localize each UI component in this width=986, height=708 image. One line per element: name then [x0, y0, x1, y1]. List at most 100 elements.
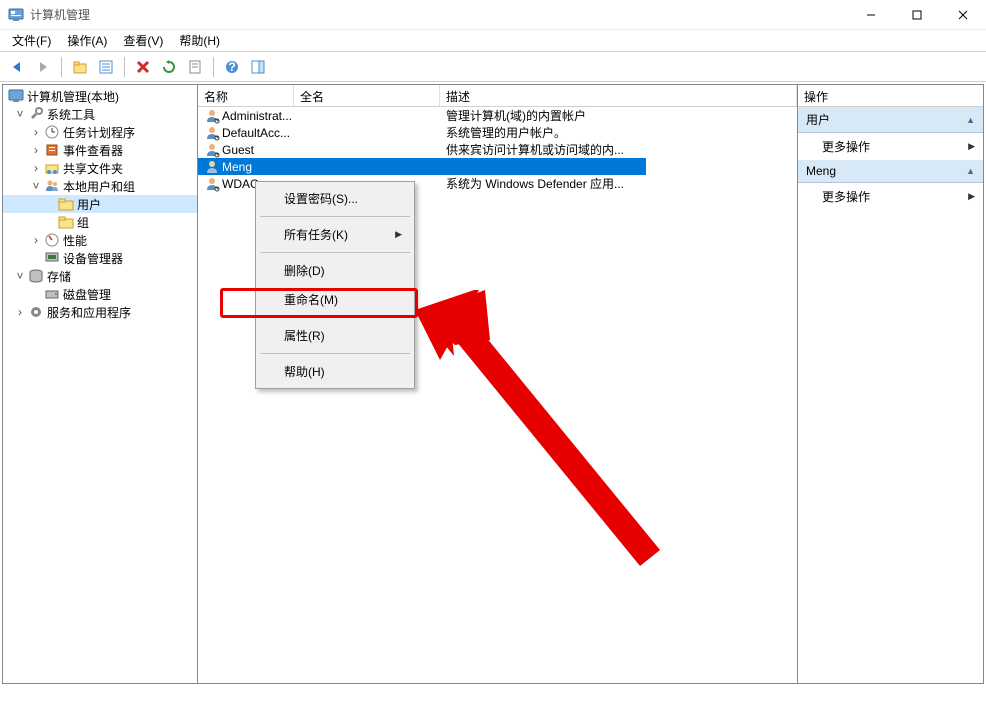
disk-icon — [44, 286, 60, 302]
tree-label: 存储 — [47, 268, 71, 285]
expand-icon[interactable]: › — [29, 233, 43, 247]
tree-services-apps[interactable]: › 服务和应用程序 — [3, 303, 197, 321]
tree-label: 性能 — [63, 232, 87, 249]
export-button[interactable] — [184, 56, 206, 78]
menu-view[interactable]: 查看(V) — [115, 30, 171, 51]
properties-button[interactable] — [95, 56, 117, 78]
tree-performance[interactable]: › 性能 — [3, 231, 197, 249]
chevron-right-icon: ▶ — [968, 141, 975, 152]
main-area: 计算机管理(本地) ˅ 系统工具 › 任务计划程序 › 事件查看器 › 共享文件… — [2, 84, 984, 684]
tree-pane: 计算机管理(本地) ˅ 系统工具 › 任务计划程序 › 事件查看器 › 共享文件… — [3, 85, 198, 683]
column-name[interactable]: 名称 — [198, 85, 294, 106]
tree-label: 共享文件夹 — [63, 160, 123, 177]
actions-group-selection[interactable]: Meng ▲ — [798, 160, 983, 183]
services-icon — [28, 304, 44, 320]
menu-help[interactable]: 帮助(H) — [171, 30, 228, 51]
tree-label: 任务计划程序 — [63, 124, 135, 141]
shared-icon — [44, 160, 60, 176]
actions-item-label: 更多操作 — [822, 188, 870, 205]
close-button[interactable] — [940, 0, 986, 30]
storage-icon — [28, 268, 44, 284]
actions-more[interactable]: 更多操作 ▶ — [798, 133, 983, 160]
user-icon — [204, 176, 220, 192]
user-desc: 系统管理的用户帐户。 — [440, 124, 797, 141]
expand-icon[interactable]: › — [29, 125, 43, 139]
folder-icon — [58, 196, 74, 212]
window-title: 计算机管理 — [30, 6, 848, 23]
list-row[interactable]: Guest 供来宾访问计算机或访问域的内... — [198, 141, 797, 158]
list-row[interactable]: DefaultAcc... 系统管理的用户帐户。 — [198, 124, 797, 141]
tree-root[interactable]: 计算机管理(本地) — [3, 87, 197, 105]
tree-system-tools[interactable]: ˅ 系统工具 — [3, 105, 197, 123]
performance-icon — [44, 232, 60, 248]
list-row[interactable]: Administrat... 管理计算机(域)的内置帐户 — [198, 107, 797, 124]
svg-text:?: ? — [228, 60, 235, 74]
minimize-button[interactable] — [848, 0, 894, 30]
refresh-button[interactable] — [158, 56, 180, 78]
user-name: Guest — [222, 143, 254, 157]
collapse-icon: ▲ — [966, 166, 975, 176]
window-controls — [848, 0, 986, 30]
column-desc[interactable]: 描述 — [440, 85, 797, 106]
actions-group-users[interactable]: 用户 ▲ — [798, 107, 983, 133]
user-icon — [204, 159, 220, 175]
user-name: DefaultAcc... — [222, 126, 290, 140]
tree-device-manager[interactable]: 设备管理器 — [3, 249, 197, 267]
list-row[interactable]: Meng — [198, 158, 646, 175]
tree-task-scheduler[interactable]: › 任务计划程序 — [3, 123, 197, 141]
actions-header: 操作 — [798, 85, 983, 107]
tree-label: 本地用户和组 — [63, 178, 135, 195]
ctx-separator — [260, 353, 410, 354]
up-button[interactable] — [69, 56, 91, 78]
ctx-set-password[interactable]: 设置密码(S)... — [256, 184, 414, 213]
tree-label: 服务和应用程序 — [47, 304, 131, 321]
menubar: 文件(F) 操作(A) 查看(V) 帮助(H) — [0, 30, 986, 52]
list-header: 名称 全名 描述 — [198, 85, 797, 107]
device-icon — [44, 250, 60, 266]
tree-disk-management[interactable]: 磁盘管理 — [3, 285, 197, 303]
ctx-help[interactable]: 帮助(H) — [256, 357, 414, 386]
help-button[interactable]: ? — [221, 56, 243, 78]
user-name: Administrat... — [222, 109, 292, 123]
ctx-properties[interactable]: 属性(R) — [256, 321, 414, 350]
tools-icon — [28, 106, 44, 122]
collapse-icon[interactable]: ˅ — [13, 107, 27, 121]
actions-item-label: 更多操作 — [822, 138, 870, 155]
tree-label: 组 — [77, 214, 89, 231]
user-icon — [204, 125, 220, 141]
collapse-icon[interactable]: ˅ — [29, 179, 43, 193]
menu-action[interactable]: 操作(A) — [59, 30, 115, 51]
tree-local-users-groups[interactable]: ˅ 本地用户和组 — [3, 177, 197, 195]
ctx-delete[interactable]: 删除(D) — [256, 256, 414, 285]
ctx-all-tasks[interactable]: 所有任务(K)▶ — [256, 220, 414, 249]
column-fullname[interactable]: 全名 — [294, 85, 440, 106]
ctx-rename[interactable]: 重命名(M) — [256, 285, 414, 314]
action-pane-button[interactable] — [247, 56, 269, 78]
context-menu: 设置密码(S)... 所有任务(K)▶ 删除(D) 重命名(M) 属性(R) 帮… — [255, 181, 415, 389]
tree-groups[interactable]: 组 — [3, 213, 197, 231]
collapse-icon[interactable]: ˅ — [13, 269, 27, 283]
tree-event-viewer[interactable]: › 事件查看器 — [3, 141, 197, 159]
expand-icon[interactable]: › — [29, 143, 43, 157]
delete-button[interactable] — [132, 56, 154, 78]
folder-icon — [58, 214, 74, 230]
expand-icon[interactable]: › — [29, 161, 43, 175]
toolbar: ? — [0, 52, 986, 82]
tree-label: 磁盘管理 — [63, 286, 111, 303]
user-name: WDAG — [222, 177, 259, 191]
back-button[interactable] — [6, 56, 28, 78]
app-icon — [8, 7, 24, 23]
tree-shared-folders[interactable]: › 共享文件夹 — [3, 159, 197, 177]
menu-file[interactable]: 文件(F) — [4, 30, 59, 51]
maximize-button[interactable] — [894, 0, 940, 30]
tree-label: 事件查看器 — [63, 142, 123, 159]
actions-more[interactable]: 更多操作 ▶ — [798, 183, 983, 210]
user-name: Meng — [222, 160, 252, 174]
tree-storage[interactable]: ˅ 存储 — [3, 267, 197, 285]
expand-icon[interactable]: › — [13, 305, 27, 319]
forward-button[interactable] — [32, 56, 54, 78]
chevron-right-icon: ▶ — [395, 229, 402, 240]
tree-users[interactable]: 用户 — [3, 195, 197, 213]
actions-group-label: Meng — [806, 164, 836, 178]
tree-label: 设备管理器 — [63, 250, 123, 267]
